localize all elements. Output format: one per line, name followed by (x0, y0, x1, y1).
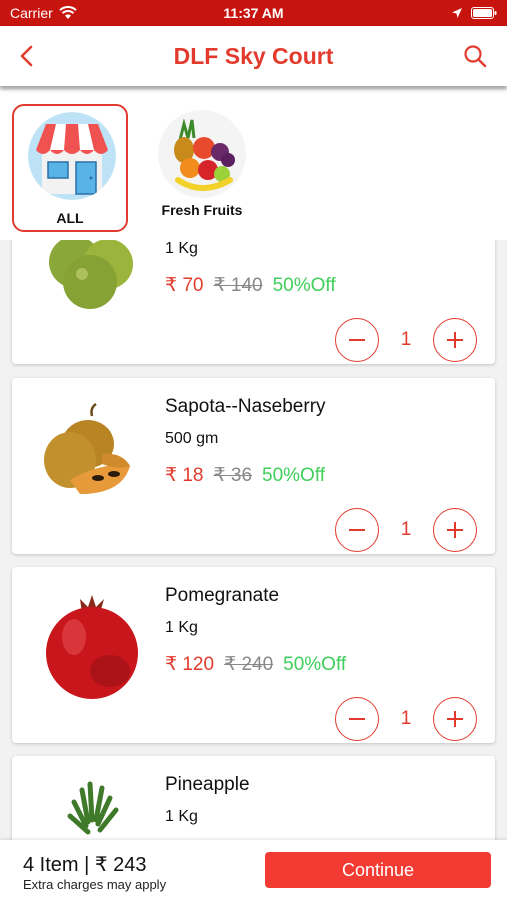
plus-icon (447, 522, 463, 538)
plus-icon (447, 332, 463, 348)
product-quantity: 1 Kg (165, 808, 198, 825)
product-discount: 50%Off (272, 275, 336, 296)
quantity-value: 1 (400, 519, 412, 540)
minus-icon (349, 718, 365, 720)
decrement-button[interactable] (335, 318, 379, 362)
extra-charges-note: Extra charges may apply (23, 877, 167, 892)
product-name: Pineapple (165, 774, 250, 795)
increment-button[interactable] (433, 318, 477, 362)
quantity-stepper: 1 (335, 318, 477, 362)
product-old-price: ₹ 140 (213, 275, 263, 296)
plus-icon (447, 711, 463, 727)
increment-button[interactable] (433, 508, 477, 552)
product-image-oranges (30, 240, 150, 322)
location-arrow-icon (452, 8, 462, 18)
minus-icon (349, 339, 365, 341)
product-quantity: 1 Kg (165, 240, 198, 257)
wifi-icon (59, 6, 77, 19)
product-card: Pomegranate 1 Kg ₹ 120 ₹ 240 50%Off 1 (12, 567, 495, 743)
battery-icon (471, 7, 497, 19)
chevron-left-icon (20, 45, 33, 67)
product-card: Sapota--Naseberry 500 gm ₹ 18 ₹ 36 50%Of… (12, 378, 495, 554)
product-old-price: ₹ 240 (224, 654, 274, 675)
quantity-value: 1 (400, 329, 412, 350)
category-label: ALL (56, 210, 84, 226)
product-price: ₹ 18 (165, 465, 204, 486)
product-card: 1 Kg ₹ 70 ₹ 140 50%Off 1 (12, 240, 495, 364)
product-list[interactable]: 1 Kg ₹ 70 ₹ 140 50%Off 1 Sapota--Naseber… (0, 240, 507, 840)
product-image-sapota (30, 402, 150, 512)
product-quantity: 1 Kg (165, 619, 198, 636)
category-all[interactable]: ALL (12, 104, 128, 232)
increment-button[interactable] (433, 697, 477, 741)
quantity-stepper: 1 (335, 508, 477, 552)
quantity-stepper: 1 (335, 697, 477, 741)
search-icon (464, 45, 487, 68)
product-image-pineapple (30, 780, 150, 840)
decrement-button[interactable] (335, 508, 379, 552)
product-old-price: ₹ 36 (213, 465, 253, 486)
app-header: DLF Sky Court (0, 26, 507, 86)
fruit-basket-icon (158, 110, 246, 198)
product-quantity: 500 gm (165, 430, 219, 447)
search-button[interactable] (459, 40, 491, 72)
minus-icon (349, 529, 365, 531)
product-card: Pineapple 1 Kg (12, 756, 495, 840)
product-image-pomegranate (30, 591, 150, 701)
continue-button[interactable]: Continue (265, 852, 491, 888)
product-price: ₹ 70 (165, 275, 204, 296)
product-price: ₹ 120 (165, 654, 215, 675)
product-discount: 50%Off (262, 465, 326, 486)
price-row: ₹ 18 ₹ 36 50%Off (165, 464, 325, 487)
price-row: ₹ 120 ₹ 240 50%Off (165, 653, 346, 676)
decrement-button[interactable] (335, 697, 379, 741)
product-name: Sapota--Naseberry (165, 396, 326, 417)
category-label: Fresh Fruits (161, 202, 243, 218)
product-name: Pomegranate (165, 585, 280, 606)
category-fresh-fruits[interactable]: Fresh Fruits (144, 104, 260, 232)
category-bar: ALL Fresh Fruits (0, 90, 507, 240)
back-button[interactable] (10, 40, 42, 72)
cart-footer: 4 Item | ₹ 243 Extra charges may apply C… (0, 840, 507, 900)
page-title: DLF Sky Court (173, 42, 334, 69)
cart-summary: 4 Item | ₹ 243 (23, 854, 147, 876)
carrier-label: Carrier (10, 5, 53, 21)
product-discount: 50%Off (283, 654, 347, 675)
quantity-value: 1 (400, 708, 412, 729)
store-icon (28, 112, 116, 200)
price-row: ₹ 70 ₹ 140 50%Off (165, 274, 336, 297)
status-bar: Carrier 11:37 AM (0, 0, 507, 26)
